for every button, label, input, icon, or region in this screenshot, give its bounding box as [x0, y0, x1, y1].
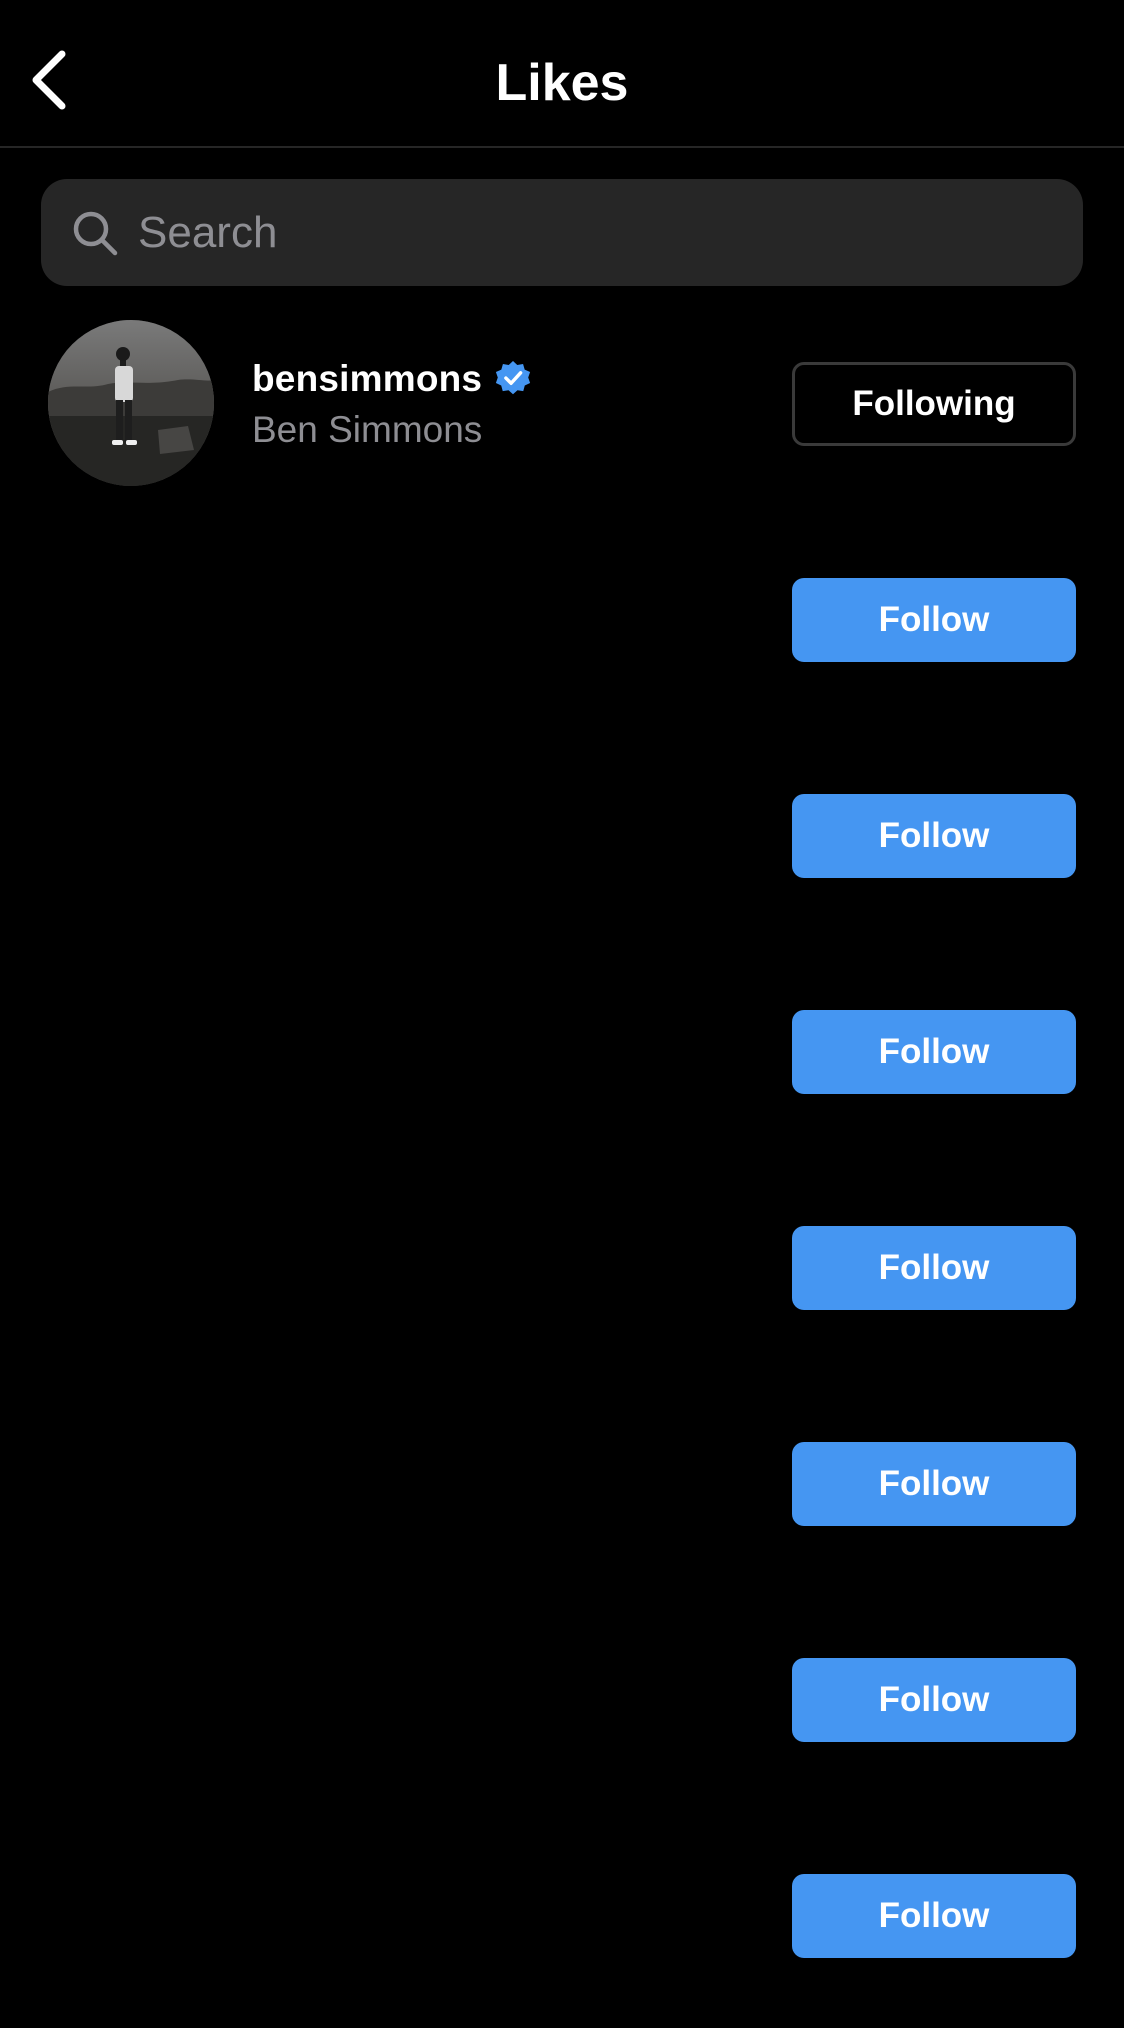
user-info: bensimmons Ben Simmons [252, 354, 772, 454]
list-item[interactable]: Follow [0, 1164, 1124, 1380]
username[interactable]: bensimmons [252, 358, 482, 400]
following-button[interactable]: Following [792, 362, 1076, 446]
search-icon [73, 211, 118, 256]
follow-button[interactable]: Follow [792, 1226, 1076, 1310]
avatar[interactable] [48, 320, 214, 486]
list-item[interactable]: Follow [0, 1596, 1124, 1812]
follow-button[interactable]: Follow [792, 1658, 1076, 1742]
follow-button[interactable]: Follow [792, 794, 1076, 878]
follow-button[interactable]: Follow [792, 1442, 1076, 1526]
page-title: Likes [495, 54, 629, 112]
verified-badge-icon [496, 360, 531, 395]
follow-button[interactable]: Follow [792, 1874, 1076, 1958]
list-item[interactable]: Follow [0, 1812, 1124, 2028]
list-item[interactable]: bensimmons Ben Simmons Following [0, 300, 1124, 516]
full-name: Ben Simmons [252, 409, 483, 450]
search-bar[interactable] [41, 179, 1083, 286]
list-item[interactable]: Follow [0, 948, 1124, 1164]
follow-button[interactable]: Follow [792, 578, 1076, 662]
header-bar: Likes [0, 0, 1124, 148]
search-input[interactable] [136, 179, 1038, 286]
follow-button[interactable]: Follow [792, 1010, 1076, 1094]
list-item[interactable]: Follow [0, 516, 1124, 732]
list-item[interactable]: Follow [0, 1380, 1124, 1596]
list-item[interactable]: Follow [0, 732, 1124, 948]
